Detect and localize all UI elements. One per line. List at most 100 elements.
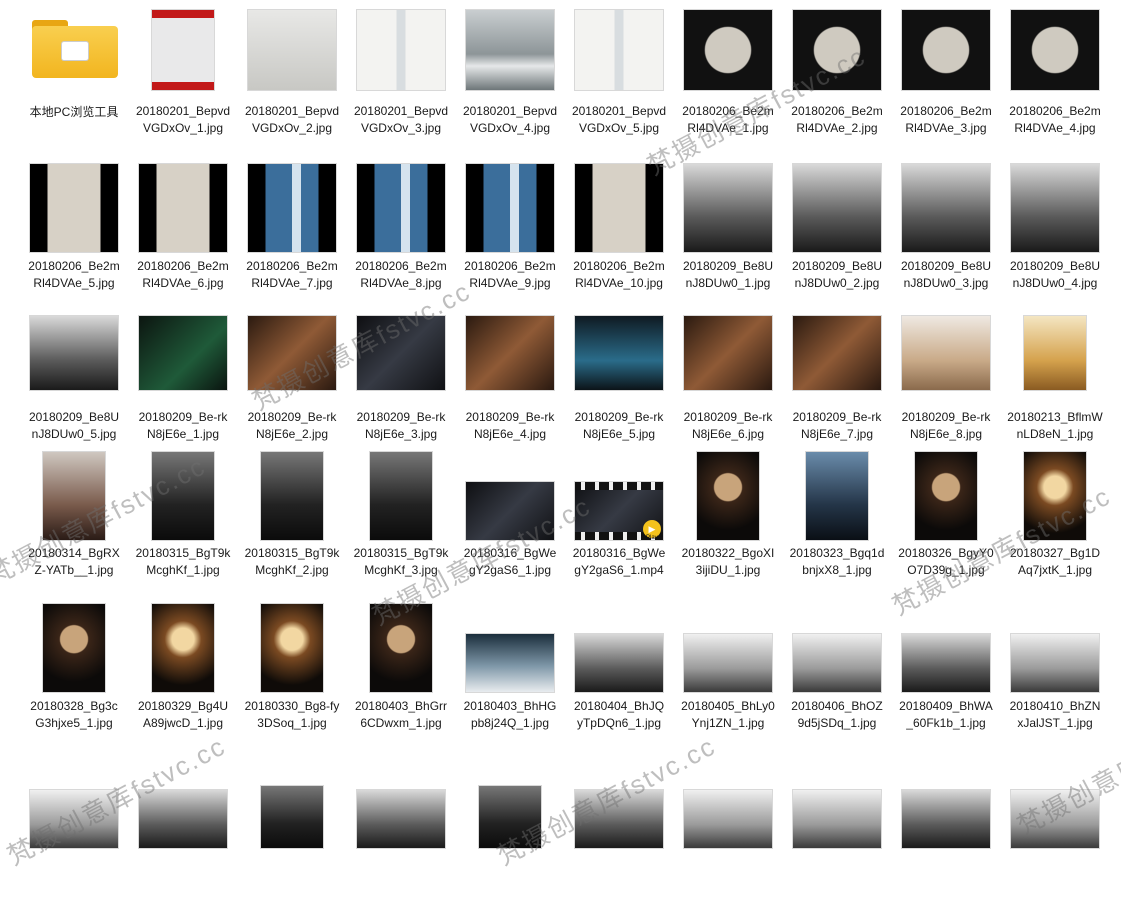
image-file-item[interactable]: 20180209_Be-rkN8jE6e_6.jpg xyxy=(680,315,776,461)
image-file-item[interactable]: 20180209_Be-rkN8jE6e_5.jpg xyxy=(571,315,667,461)
image-file-item[interactable] xyxy=(1007,786,1103,908)
image-thumbnail xyxy=(369,603,433,693)
image-thumbnail xyxy=(42,451,106,541)
image-thumbnail xyxy=(792,315,882,391)
image-file-item[interactable] xyxy=(571,786,667,908)
video-file-item[interactable]: ▶ Player 20180316_BgWegY2gaS6_1.mp4 xyxy=(571,452,667,597)
image-file-item[interactable]: 20180206_Be2mRl4DVAe_8.jpg xyxy=(353,163,449,310)
image-file-item[interactable]: 20180410_BhZNxJalJST_1.jpg xyxy=(1007,604,1103,750)
image-file-item[interactable]: 20180326_BgyY0O7D39g_1.jpg xyxy=(898,451,994,597)
image-file-item[interactable]: 20180315_BgT9kMcghKf_1.jpg xyxy=(135,451,231,597)
image-file-item[interactable]: 20180201_BepvdVGDxOv_1.jpg xyxy=(135,9,231,155)
image-file-item[interactable]: 20180209_Be8UnJ8DUw0_1.jpg xyxy=(680,163,776,310)
image-file-item[interactable]: 20180206_Be2mRl4DVAe_10.jpg xyxy=(571,163,667,310)
image-file-item[interactable]: 20180209_Be8UnJ8DUw0_4.jpg xyxy=(1007,163,1103,310)
image-thumbnail xyxy=(901,9,991,91)
image-file-item[interactable]: 20180328_Bg3cG3hjxe5_1.jpg xyxy=(26,603,122,750)
file-name-label: 20180209_Be-rkN8jE6e_5.jpg xyxy=(574,410,664,441)
image-file-item[interactable] xyxy=(898,786,994,908)
image-thumbnail xyxy=(683,163,773,253)
image-file-item[interactable]: 20180406_BhOZ9d5jSDq_1.jpg xyxy=(789,604,885,750)
file-name-label: 20180329_Bg4UA89jwcD_1.jpg xyxy=(137,699,229,730)
image-file-item[interactable]: 20180316_BgWegY2gaS6_1.jpg xyxy=(462,452,558,597)
image-thumbnail xyxy=(151,9,215,91)
file-name-label: 20180405_BhLy0Ynj1ZN_1.jpg xyxy=(681,699,775,730)
image-file-item[interactable]: 20180409_BhWA_60Fk1b_1.jpg xyxy=(898,604,994,750)
image-file-item[interactable]: 20180209_Be8UnJ8DUw0_3.jpg xyxy=(898,163,994,310)
image-file-item[interactable]: 20180201_BepvdVGDxOv_4.jpg xyxy=(462,9,558,155)
image-thumbnail xyxy=(29,163,119,253)
image-file-item[interactable]: 20180403_BhHGpb8j24Q_1.jpg xyxy=(462,604,558,750)
image-thumbnail xyxy=(683,789,773,849)
image-file-item[interactable]: 20180206_Be2mRl4DVAe_3.jpg xyxy=(898,9,994,155)
image-file-item[interactable]: 20180209_Be-rkN8jE6e_4.jpg xyxy=(462,315,558,461)
folder-label: 本地PC浏览工具 xyxy=(29,105,119,119)
file-name-label: 20180206_Be2mRl4DVAe_2.jpg xyxy=(791,104,883,135)
image-file-item[interactable]: 20180323_Bgq1dbnjxX8_1.jpg xyxy=(789,451,885,597)
image-file-item[interactable]: 20180209_Be8UnJ8DUw0_2.jpg xyxy=(789,163,885,310)
file-name-label: 20180209_Be-rkN8jE6e_2.jpg xyxy=(247,410,337,441)
image-file-item[interactable]: 20180404_BhJQyTpDQn6_1.jpg xyxy=(571,604,667,750)
image-file-item[interactable]: 20180209_Be-rkN8jE6e_2.jpg xyxy=(244,315,340,461)
image-file-item[interactable]: 20180315_BgT9kMcghKf_3.jpg xyxy=(353,451,449,597)
image-file-item[interactable]: 20180329_Bg4UA89jwcD_1.jpg xyxy=(135,603,231,750)
image-file-item[interactable]: 20180206_Be2mRl4DVAe_1.jpg xyxy=(680,9,776,155)
image-file-item[interactable]: 20180206_Be2mRl4DVAe_9.jpg xyxy=(462,163,558,310)
image-file-item[interactable] xyxy=(26,786,122,908)
image-thumbnail xyxy=(247,315,337,391)
image-thumbnail xyxy=(574,789,664,849)
image-file-item[interactable]: 20180209_Be-rkN8jE6e_1.jpg xyxy=(135,315,231,461)
image-file-item[interactable]: 20180315_BgT9kMcghKf_2.jpg xyxy=(244,451,340,597)
image-file-item[interactable] xyxy=(353,786,449,908)
image-thumbnail xyxy=(1023,451,1087,541)
image-file-item[interactable]: 20180322_BgoXI3ijiDU_1.jpg xyxy=(680,451,776,597)
file-name-label: 20180209_Be-rkN8jE6e_8.jpg xyxy=(901,410,991,441)
image-file-item[interactable]: 20180201_BepvdVGDxOv_2.jpg xyxy=(244,9,340,155)
image-file-item[interactable]: 20180327_Bg1DAq7jxtK_1.jpg xyxy=(1007,451,1103,597)
image-file-item[interactable] xyxy=(789,786,885,908)
image-file-item[interactable]: 20180209_Be-rkN8jE6e_3.jpg xyxy=(353,315,449,461)
image-file-item[interactable]: 20180206_Be2mRl4DVAe_5.jpg xyxy=(26,163,122,310)
image-file-item[interactable] xyxy=(135,786,231,908)
file-name-label: 20180206_Be2mRl4DVAe_9.jpg xyxy=(464,259,556,290)
image-file-item[interactable]: 20180405_BhLy0Ynj1ZN_1.jpg xyxy=(680,604,776,750)
image-thumbnail xyxy=(138,315,228,391)
image-file-item[interactable]: 20180330_Bg8-fy3DSoq_1.jpg xyxy=(244,603,340,750)
image-file-item[interactable]: 20180201_BepvdVGDxOv_3.jpg xyxy=(353,9,449,155)
image-file-item[interactable]: 20180206_Be2mRl4DVAe_6.jpg xyxy=(135,163,231,310)
image-file-item[interactable]: 20180403_BhGrr6CDwxm_1.jpg xyxy=(353,603,449,750)
image-file-item[interactable]: 20180209_Be-rkN8jE6e_8.jpg xyxy=(898,315,994,461)
file-name-label: 20180209_Be8UnJ8DUw0_3.jpg xyxy=(900,259,992,290)
folder-item[interactable]: 本地PC浏览工具 xyxy=(26,10,122,130)
file-name-label: 20180209_Be-rkN8jE6e_3.jpg xyxy=(356,410,446,441)
image-file-item[interactable]: 20180213_BflmWnLD8eN_1.jpg xyxy=(1007,315,1103,461)
image-thumbnail xyxy=(792,633,882,693)
image-file-item[interactable]: 20180201_BepvdVGDxOv_5.jpg xyxy=(571,9,667,155)
folder-icon xyxy=(32,20,118,80)
image-thumbnail xyxy=(465,9,555,91)
file-name-label: 20180209_Be-rkN8jE6e_7.jpg xyxy=(792,410,882,441)
image-file-item[interactable] xyxy=(244,785,340,908)
image-thumbnail xyxy=(574,9,664,91)
file-name-label: 20180206_Be2mRl4DVAe_8.jpg xyxy=(355,259,447,290)
file-name-label: 20180201_BepvdVGDxOv_2.jpg xyxy=(244,104,340,135)
file-name-label: 20180328_Bg3cG3hjxe5_1.jpg xyxy=(30,699,118,730)
player-badge-label: Player xyxy=(645,535,663,540)
file-name-label: 20180314_BgRXZ-YATb__1.jpg xyxy=(28,546,120,577)
image-thumbnail xyxy=(478,785,542,849)
image-file-item[interactable]: 20180314_BgRXZ-YATb__1.jpg xyxy=(26,451,122,597)
file-name-label: 20180201_BepvdVGDxOv_1.jpg xyxy=(135,104,231,135)
image-file-item[interactable]: 20180209_Be-rkN8jE6e_7.jpg xyxy=(789,315,885,461)
image-file-item[interactable]: 20180209_Be8UnJ8DUw0_5.jpg xyxy=(26,315,122,461)
image-thumbnail xyxy=(42,603,106,693)
image-file-item[interactable]: 20180206_Be2mRl4DVAe_4.jpg xyxy=(1007,9,1103,155)
image-file-item[interactable]: 20180206_Be2mRl4DVAe_2.jpg xyxy=(789,9,885,155)
image-thumbnail xyxy=(465,315,555,391)
file-name-label: 20180315_BgT9kMcghKf_2.jpg xyxy=(244,546,340,577)
image-thumbnail xyxy=(901,633,991,693)
file-name-label: 20180406_BhOZ9d5jSDq_1.jpg xyxy=(791,699,883,730)
file-name-label: 20180206_Be2mRl4DVAe_4.jpg xyxy=(1009,104,1101,135)
image-file-item[interactable]: 20180206_Be2mRl4DVAe_7.jpg xyxy=(244,163,340,310)
image-file-item[interactable] xyxy=(462,785,558,908)
image-file-item[interactable] xyxy=(680,786,776,908)
